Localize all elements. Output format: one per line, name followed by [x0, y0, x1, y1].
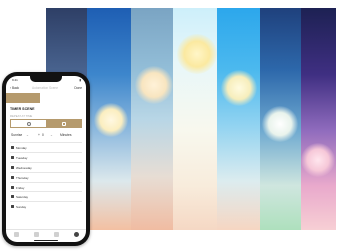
- sun-offset-row: Sunrise ⌄ + 0 ⌄ Minutes: [10, 133, 82, 139]
- day-row[interactable]: Friday: [10, 181, 82, 192]
- settings-icon[interactable]: [73, 232, 79, 237]
- offset-unit-select[interactable]: Minutes: [60, 133, 72, 137]
- nav-bar: ‹ Back Automation Scene Done: [10, 85, 82, 92]
- day-row[interactable]: Monday: [10, 142, 82, 152]
- trigger-segmented-control: [10, 119, 82, 128]
- sun-glow: [177, 34, 217, 74]
- day-label: Sunday: [16, 205, 27, 210]
- offset-value-input[interactable]: 0: [42, 133, 44, 137]
- sky-strip-overcast: [131, 8, 173, 230]
- checkbox-icon[interactable]: [11, 146, 14, 149]
- phone-notch: [30, 76, 62, 82]
- trigger-option-time[interactable]: [11, 120, 46, 127]
- offset-sign: +: [38, 133, 40, 137]
- sky-strip-afternoon: [217, 8, 260, 230]
- sky-strip-noon: [173, 8, 217, 230]
- checkbox-icon[interactable]: [11, 195, 14, 199]
- sun-glow: [301, 143, 335, 177]
- clock-icon: [26, 121, 31, 126]
- day-label: Saturday: [16, 195, 29, 200]
- checkbox-icon[interactable]: [11, 175, 14, 179]
- day-label: Thursday: [16, 175, 29, 180]
- day-row[interactable]: Tuesday: [10, 151, 82, 162]
- done-button[interactable]: Done: [74, 86, 82, 90]
- day-label: Monday: [16, 146, 27, 150]
- chevron-down-icon: ⌄: [50, 133, 53, 137]
- section-subtitle: REPEAT AT TIME: [10, 114, 33, 118]
- day-row[interactable]: Wednesday: [10, 161, 82, 172]
- status-time: 9:41: [12, 78, 18, 82]
- sky-strip-dusk: [301, 8, 336, 230]
- day-row[interactable]: Sunday: [10, 201, 82, 211]
- trigger-option-sun[interactable]: [46, 120, 81, 127]
- day-label: Tuesday: [16, 155, 28, 160]
- checkbox-icon[interactable]: [11, 155, 14, 159]
- home-indicator: [34, 240, 58, 241]
- checkbox-icon[interactable]: [11, 165, 14, 169]
- day-label: Wednesday: [16, 165, 32, 170]
- sun-glow: [94, 103, 128, 137]
- days-list: Monday Tuesday Wednesday Thursday Friday…: [10, 142, 82, 211]
- sky-strip-evening: [260, 8, 301, 230]
- battery-icon: ▮: [79, 78, 81, 82]
- sun-event-select[interactable]: Sunrise: [11, 133, 22, 137]
- checkbox-icon[interactable]: [11, 185, 14, 189]
- sun-glow: [262, 106, 298, 142]
- chevron-down-icon: ⌄: [26, 133, 29, 137]
- accent-block: [6, 93, 40, 103]
- nav-title: Automation Scene: [32, 86, 59, 90]
- checkbox-icon[interactable]: [11, 205, 14, 209]
- devices-icon[interactable]: [33, 232, 39, 237]
- day-row[interactable]: Saturday: [10, 191, 82, 201]
- sun-glow: [135, 66, 173, 104]
- scene-preview-bar: [6, 93, 86, 103]
- section-title: TIMER SCENE: [10, 107, 35, 111]
- day-row[interactable]: Thursday: [10, 171, 82, 182]
- sun-icon: [61, 121, 66, 126]
- tab-bar: [6, 229, 86, 239]
- phone-mockup: 9:41 ▮ ‹ Back Automation Scene Done TIME…: [2, 72, 90, 246]
- sun-glow: [221, 70, 257, 106]
- home-icon[interactable]: [13, 232, 19, 237]
- sky-strip-morning: [87, 8, 131, 230]
- scenes-icon[interactable]: [53, 232, 59, 237]
- back-label: Back: [11, 86, 20, 90]
- back-button[interactable]: ‹ Back: [10, 86, 19, 90]
- phone-screen: 9:41 ▮ ‹ Back Automation Scene Done TIME…: [6, 76, 86, 242]
- day-label: Friday: [16, 185, 25, 190]
